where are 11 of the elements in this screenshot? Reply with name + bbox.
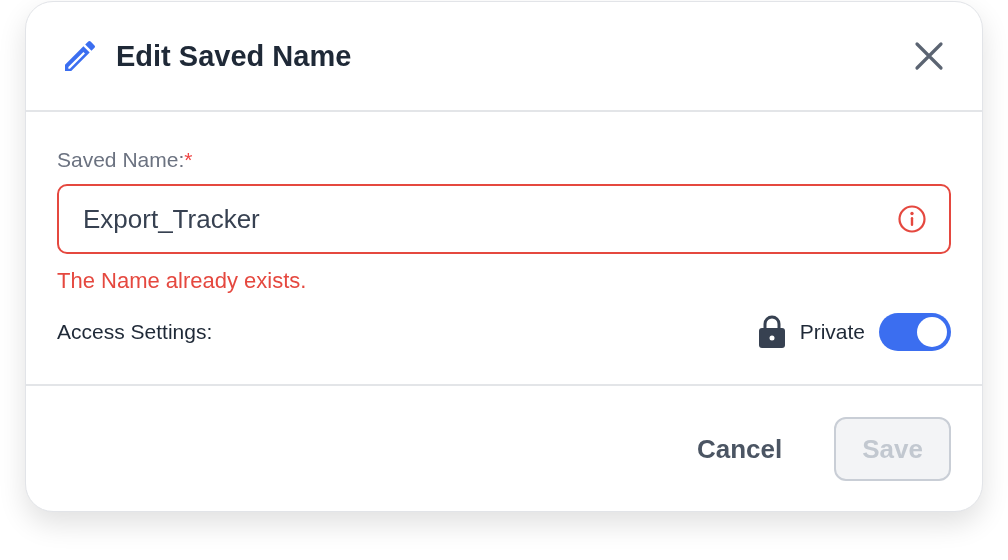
dialog-title: Edit Saved Name — [116, 39, 353, 73]
access-label: Access Settings: — [57, 320, 214, 344]
lock-icon — [757, 315, 786, 349]
error-message: The Name already exists. — [57, 268, 308, 294]
field-label: Saved Name:* — [57, 148, 194, 172]
name-input[interactable]: Export_Tracker — [57, 184, 951, 254]
private-label: Private — [799, 320, 865, 344]
cancel-button[interactable]: Cancel — [669, 417, 811, 481]
info-icon — [897, 204, 927, 234]
private-toggle[interactable] — [879, 313, 951, 351]
close-icon[interactable] — [914, 41, 944, 71]
